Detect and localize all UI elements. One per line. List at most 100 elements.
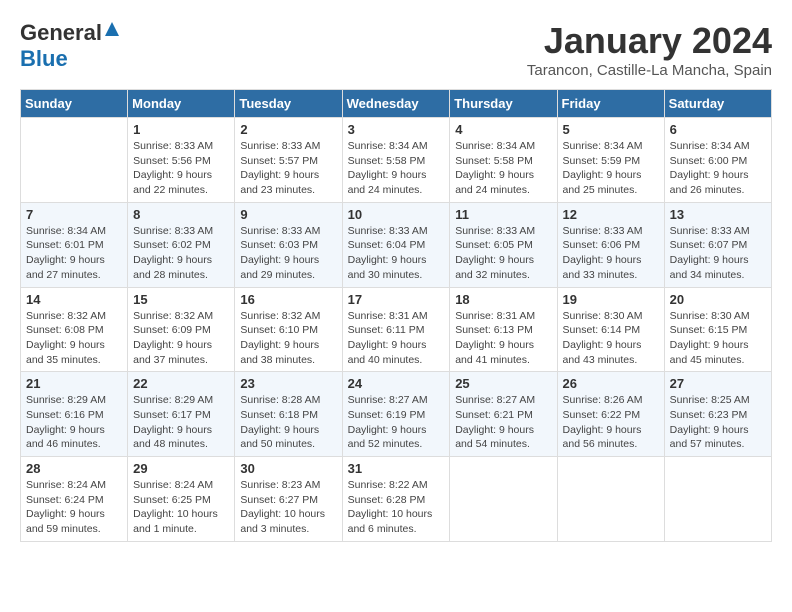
day-number: 30 xyxy=(240,461,336,476)
day-info: Sunrise: 8:33 AM Sunset: 5:57 PM Dayligh… xyxy=(240,139,336,198)
column-header-saturday: Saturday xyxy=(664,90,771,118)
day-info: Sunrise: 8:31 AM Sunset: 6:11 PM Dayligh… xyxy=(348,309,445,368)
week-row-1: 1Sunrise: 8:33 AM Sunset: 5:56 PM Daylig… xyxy=(21,118,772,203)
calendar-cell: 8Sunrise: 8:33 AM Sunset: 6:02 PM Daylig… xyxy=(128,202,235,287)
calendar-cell: 23 Sunrise: 8:28 AM Sunset: 6:18 PM Dayli… xyxy=(235,372,342,457)
calendar-cell: 12 Sunrise: 8:33 AM Sunset: 6:06 PM Dayli… xyxy=(557,202,664,287)
day-info: Sunrise: 8:26 AM Sunset: 6:22 PM Dayligh… xyxy=(563,393,659,452)
day-info: Sunrise: 8:27 AM Sunset: 6:21 PM Dayligh… xyxy=(455,393,551,452)
calendar-header-row: SundayMondayTuesdayWednesdayThursdayFrid… xyxy=(21,90,772,118)
calendar-cell: 25Sunrise: 8:27 AM Sunset: 6:21 PM Dayli… xyxy=(450,372,557,457)
day-number: 24 xyxy=(348,376,445,391)
calendar-cell: 21 Sunrise: 8:29 AM Sunset: 6:16 PM Dayli… xyxy=(21,372,128,457)
day-info: Sunrise: 8:29 AM Sunset: 6:17 PM Dayligh… xyxy=(133,393,229,452)
day-number: 4 xyxy=(455,122,551,137)
day-number: 19 xyxy=(563,292,659,307)
calendar-cell: 1Sunrise: 8:33 AM Sunset: 5:56 PM Daylig… xyxy=(128,118,235,203)
day-number: 17 xyxy=(348,292,445,307)
day-info: Sunrise: 8:32 AM Sunset: 6:09 PM Dayligh… xyxy=(133,309,229,368)
day-number: 18 xyxy=(455,292,551,307)
calendar-cell: 26Sunrise: 8:26 AM Sunset: 6:22 PM Dayli… xyxy=(557,372,664,457)
calendar-cell: 4 Sunrise: 8:34 AM Sunset: 5:58 PM Daylig… xyxy=(450,118,557,203)
day-number: 14 xyxy=(26,292,122,307)
day-info: Sunrise: 8:34 AM Sunset: 5:58 PM Dayligh… xyxy=(348,139,445,198)
logo-general-text: General xyxy=(20,20,102,46)
calendar-cell: 31 Sunrise: 8:22 AM Sunset: 6:28 PM Dayli… xyxy=(342,457,450,542)
calendar-body: 1Sunrise: 8:33 AM Sunset: 5:56 PM Daylig… xyxy=(21,118,772,542)
day-info: Sunrise: 8:30 AM Sunset: 6:14 PM Dayligh… xyxy=(563,309,659,368)
calendar-cell: 10 Sunrise: 8:33 AM Sunset: 6:04 PM Dayli… xyxy=(342,202,450,287)
day-info: Sunrise: 8:22 AM Sunset: 6:28 PM Dayligh… xyxy=(348,478,445,537)
day-info: Sunrise: 8:32 AM Sunset: 6:10 PM Dayligh… xyxy=(240,309,336,368)
calendar-cell: 28 Sunrise: 8:24 AM Sunset: 6:24 PM Dayli… xyxy=(21,457,128,542)
day-info: Sunrise: 8:23 AM Sunset: 6:27 PM Dayligh… xyxy=(240,478,336,537)
day-number: 8 xyxy=(133,207,229,222)
calendar-cell: 15Sunrise: 8:32 AM Sunset: 6:09 PM Dayli… xyxy=(128,287,235,372)
logo-blue-text: Blue xyxy=(20,46,68,71)
calendar-cell: 20 Sunrise: 8:30 AM Sunset: 6:15 PM Dayli… xyxy=(664,287,771,372)
week-row-2: 7Sunrise: 8:34 AM Sunset: 6:01 PM Daylig… xyxy=(21,202,772,287)
day-number: 9 xyxy=(240,207,336,222)
calendar-cell: 2Sunrise: 8:33 AM Sunset: 5:57 PM Daylig… xyxy=(235,118,342,203)
day-number: 21 xyxy=(26,376,122,391)
day-number: 13 xyxy=(670,207,766,222)
calendar-title: January 2024 xyxy=(527,20,772,62)
column-header-monday: Monday xyxy=(128,90,235,118)
calendar-cell xyxy=(557,457,664,542)
day-info: Sunrise: 8:29 AM Sunset: 6:16 PM Dayligh… xyxy=(26,393,122,452)
calendar-cell: 14 Sunrise: 8:32 AM Sunset: 6:08 PM Dayli… xyxy=(21,287,128,372)
week-row-3: 14 Sunrise: 8:32 AM Sunset: 6:08 PM Dayli… xyxy=(21,287,772,372)
day-info: Sunrise: 8:31 AM Sunset: 6:13 PM Dayligh… xyxy=(455,309,551,368)
calendar-cell: 19 Sunrise: 8:30 AM Sunset: 6:14 PM Dayli… xyxy=(557,287,664,372)
day-number: 16 xyxy=(240,292,336,307)
calendar-cell: 11Sunrise: 8:33 AM Sunset: 6:05 PM Dayli… xyxy=(450,202,557,287)
day-info: Sunrise: 8:34 AM Sunset: 5:58 PM Dayligh… xyxy=(455,139,551,198)
calendar-cell xyxy=(664,457,771,542)
calendar-subtitle: Tarancon, Castille-La Mancha, Spain xyxy=(527,62,772,79)
column-header-friday: Friday xyxy=(557,90,664,118)
day-number: 23 xyxy=(240,376,336,391)
day-info: Sunrise: 8:33 AM Sunset: 6:07 PM Dayligh… xyxy=(670,224,766,283)
day-number: 31 xyxy=(348,461,445,476)
calendar-cell xyxy=(21,118,128,203)
day-info: Sunrise: 8:32 AM Sunset: 6:08 PM Dayligh… xyxy=(26,309,122,368)
calendar-cell: 22Sunrise: 8:29 AM Sunset: 6:17 PM Dayli… xyxy=(128,372,235,457)
calendar-cell: 27 Sunrise: 8:25 AM Sunset: 6:23 PM Dayli… xyxy=(664,372,771,457)
calendar-cell: 29Sunrise: 8:24 AM Sunset: 6:25 PM Dayli… xyxy=(128,457,235,542)
column-header-tuesday: Tuesday xyxy=(235,90,342,118)
day-info: Sunrise: 8:28 AM Sunset: 6:18 PM Dayligh… xyxy=(240,393,336,452)
day-info: Sunrise: 8:30 AM Sunset: 6:15 PM Dayligh… xyxy=(670,309,766,368)
column-header-sunday: Sunday xyxy=(21,90,128,118)
title-section: January 2024 Tarancon, Castille-La Manch… xyxy=(527,20,772,79)
day-number: 10 xyxy=(348,207,445,222)
day-info: Sunrise: 8:24 AM Sunset: 6:25 PM Dayligh… xyxy=(133,478,229,537)
day-number: 12 xyxy=(563,207,659,222)
day-number: 28 xyxy=(26,461,122,476)
week-row-5: 28 Sunrise: 8:24 AM Sunset: 6:24 PM Dayli… xyxy=(21,457,772,542)
day-number: 5 xyxy=(563,122,659,137)
day-number: 20 xyxy=(670,292,766,307)
calendar-cell: 30 Sunrise: 8:23 AM Sunset: 6:27 PM Dayli… xyxy=(235,457,342,542)
calendar-cell: 13 Sunrise: 8:33 AM Sunset: 6:07 PM Dayli… xyxy=(664,202,771,287)
day-number: 3 xyxy=(348,122,445,137)
calendar-cell: 17 Sunrise: 8:31 AM Sunset: 6:11 PM Dayli… xyxy=(342,287,450,372)
page-header: General Blue January 2024 Tarancon, Cast… xyxy=(20,20,772,79)
day-info: Sunrise: 8:33 AM Sunset: 6:05 PM Dayligh… xyxy=(455,224,551,283)
day-info: Sunrise: 8:33 AM Sunset: 5:56 PM Dayligh… xyxy=(133,139,229,198)
logo-triangle-icon xyxy=(104,21,120,42)
logo: General Blue xyxy=(20,20,120,72)
calendar-cell: 18 Sunrise: 8:31 AM Sunset: 6:13 PM Dayli… xyxy=(450,287,557,372)
calendar-cell: 16 Sunrise: 8:32 AM Sunset: 6:10 PM Dayli… xyxy=(235,287,342,372)
day-info: Sunrise: 8:25 AM Sunset: 6:23 PM Dayligh… xyxy=(670,393,766,452)
day-info: Sunrise: 8:24 AM Sunset: 6:24 PM Dayligh… xyxy=(26,478,122,537)
column-header-thursday: Thursday xyxy=(450,90,557,118)
day-info: Sunrise: 8:33 AM Sunset: 6:03 PM Dayligh… xyxy=(240,224,336,283)
calendar-cell: 7Sunrise: 8:34 AM Sunset: 6:01 PM Daylig… xyxy=(21,202,128,287)
day-info: Sunrise: 8:33 AM Sunset: 6:06 PM Dayligh… xyxy=(563,224,659,283)
day-info: Sunrise: 8:33 AM Sunset: 6:04 PM Dayligh… xyxy=(348,224,445,283)
calendar-cell: 3 Sunrise: 8:34 AM Sunset: 5:58 PM Daylig… xyxy=(342,118,450,203)
day-info: Sunrise: 8:34 AM Sunset: 5:59 PM Dayligh… xyxy=(563,139,659,198)
week-row-4: 21 Sunrise: 8:29 AM Sunset: 6:16 PM Dayli… xyxy=(21,372,772,457)
day-number: 27 xyxy=(670,376,766,391)
day-info: Sunrise: 8:27 AM Sunset: 6:19 PM Dayligh… xyxy=(348,393,445,452)
